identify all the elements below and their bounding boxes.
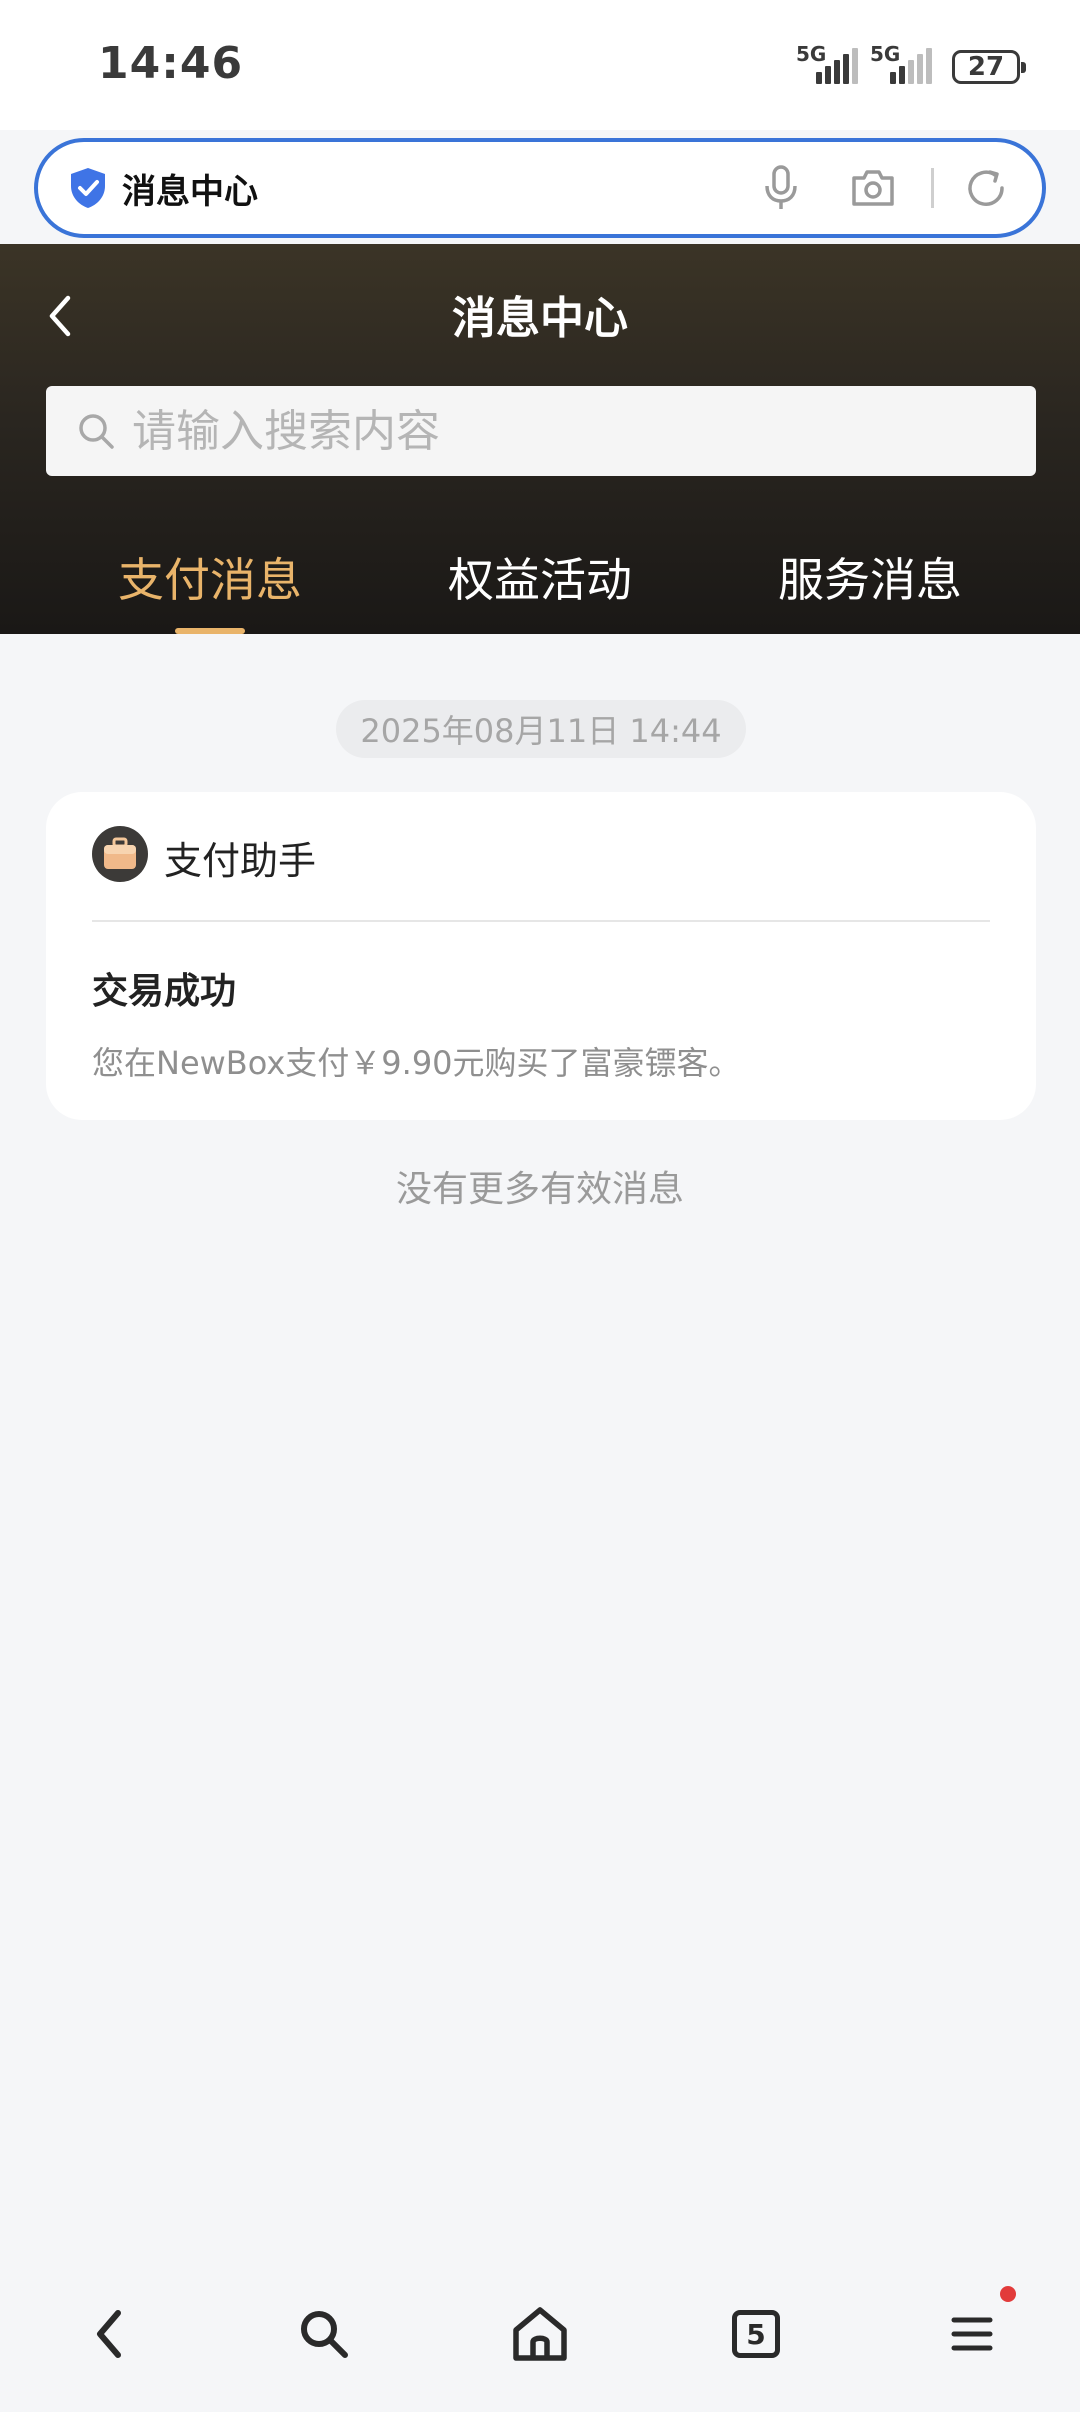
search-input[interactable]	[132, 405, 1012, 457]
page-title: 消息中心	[452, 293, 628, 344]
nav-tabs-button[interactable]: 5	[648, 2256, 864, 2412]
shield-check-icon	[71, 168, 105, 208]
address-divider	[931, 168, 934, 208]
tab-payment-messages[interactable]: 支付消息	[60, 544, 360, 610]
card-divider	[92, 920, 990, 922]
tab-service-messages[interactable]: 服务消息	[720, 544, 1020, 610]
microphone-icon[interactable]	[755, 162, 807, 214]
message-sender: 支付助手	[164, 839, 317, 883]
refresh-icon[interactable]	[960, 162, 1012, 214]
search-icon	[301, 2311, 348, 2358]
message-date: 2025年08月11日 14:44	[336, 700, 746, 758]
signal-2-icon: 5G	[870, 42, 932, 84]
search-box[interactable]	[46, 386, 1036, 476]
bottom-nav-bar: 5	[0, 2256, 1080, 2412]
status-time: 14:46	[98, 38, 244, 89]
notification-dot	[1000, 2286, 1016, 2302]
tabs-icon: 5	[732, 2310, 780, 2358]
no-more-messages-text: 没有更多有效消息	[395, 1169, 684, 1210]
battery-level: 27	[967, 52, 1005, 82]
search-icon	[79, 414, 114, 449]
active-tab-indicator	[175, 628, 245, 634]
battery-icon: 27	[952, 50, 1026, 84]
briefcase-icon	[104, 837, 136, 869]
status-bar: 14:46 5G 5G 27	[0, 0, 1080, 130]
message-card[interactable]: 支付助手 交易成功 您在NewBox支付￥9.90元购买了富豪镖客。	[46, 792, 1036, 1120]
camera-icon[interactable]	[847, 162, 899, 214]
menu-icon	[951, 2317, 993, 2351]
signal-1-icon: 5G	[796, 42, 858, 84]
message-description: 您在NewBox支付￥9.90元购买了富豪镖客。	[92, 1044, 741, 1082]
status-icons: 5G 5G 27	[796, 42, 1026, 84]
back-icon	[97, 2310, 121, 2358]
nav-home-button[interactable]	[432, 2256, 648, 2412]
page: 14:46 5G 5G 27 消息中心 消息中心 请输入搜索内容 支付消息 权益…	[0, 0, 1080, 2412]
tab-benefit-activities[interactable]: 权益活动	[390, 544, 690, 610]
tab-bar: 支付消息 权益活动 服务消息	[0, 544, 1080, 634]
tab-count: 5	[746, 2317, 766, 2351]
home-icon	[513, 2307, 567, 2361]
nav-menu-button[interactable]	[864, 2256, 1080, 2412]
nav-search-button[interactable]	[216, 2256, 432, 2412]
nav-back-button[interactable]	[0, 2256, 216, 2412]
avatar	[92, 826, 148, 882]
address-title[interactable]: 消息中心	[122, 164, 715, 213]
page-header: 消息中心 支付消息 权益活动 服务消息	[0, 244, 1080, 634]
address-bar[interactable]: 消息中心	[34, 138, 1046, 238]
message-title: 交易成功	[92, 971, 237, 1012]
